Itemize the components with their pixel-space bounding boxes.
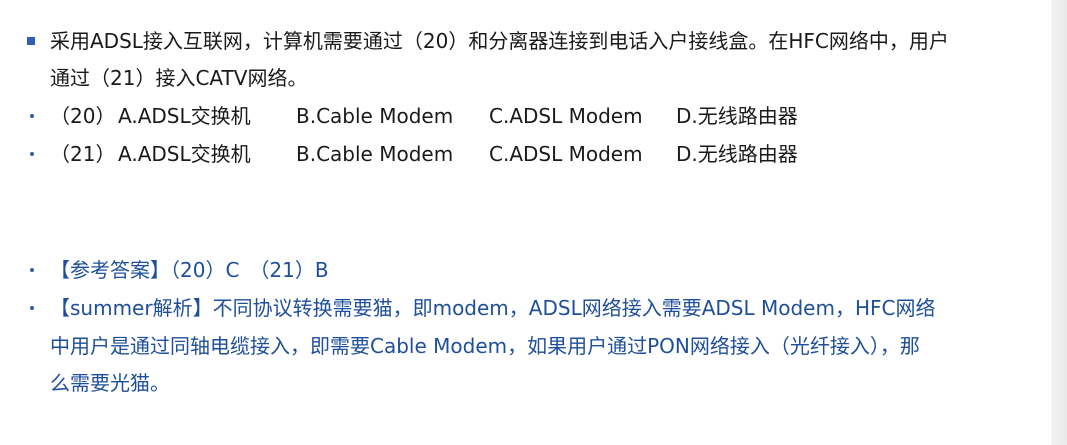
- option-c: C.ADSL Modem: [489, 142, 643, 166]
- option-label: （20）: [50, 104, 116, 128]
- option-label: （21）: [50, 142, 116, 166]
- option-d: D.无线路由器: [676, 142, 798, 166]
- option-a: A.ADSL交换机: [118, 104, 251, 128]
- option-b: B.Cable Modem: [296, 104, 454, 128]
- slide-content: 采用ADSL接入互联网，计算机需要通过（20）和分离器连接到电话入户接线盒。在H…: [0, 0, 1040, 445]
- question-text-1: 采用ADSL接入互联网，计算机需要通过（20）和分离器连接到电话入户接线盒。在H…: [50, 29, 949, 53]
- square-bullet-icon: [27, 37, 35, 45]
- analysis-text-1: 【summer解析】不同协议转换需要猫，即modem，ADSL网络接入需要ADS…: [50, 296, 936, 320]
- dot-bullet-icon: [30, 152, 34, 156]
- dot-bullet-icon: [30, 114, 34, 118]
- option-a: A.ADSL交换机: [118, 142, 251, 166]
- dot-bullet-icon: [30, 306, 34, 310]
- option-d: D.无线路由器: [676, 104, 798, 128]
- option-c: C.ADSL Modem: [489, 104, 643, 128]
- analysis-text-3: 么需要光猫。: [50, 371, 170, 395]
- window-edge: [1051, 0, 1067, 445]
- option-b: B.Cable Modem: [296, 142, 454, 166]
- answer-text: 【参考答案】（20）C （21）B: [50, 258, 329, 282]
- dot-bullet-icon: [30, 268, 34, 272]
- question-text-2: 通过（21）接入CATV网络。: [50, 66, 308, 90]
- analysis-text-2: 中用户是通过同轴电缆接入，即需要Cable Modem，如果用户通过PON网络接…: [50, 334, 920, 358]
